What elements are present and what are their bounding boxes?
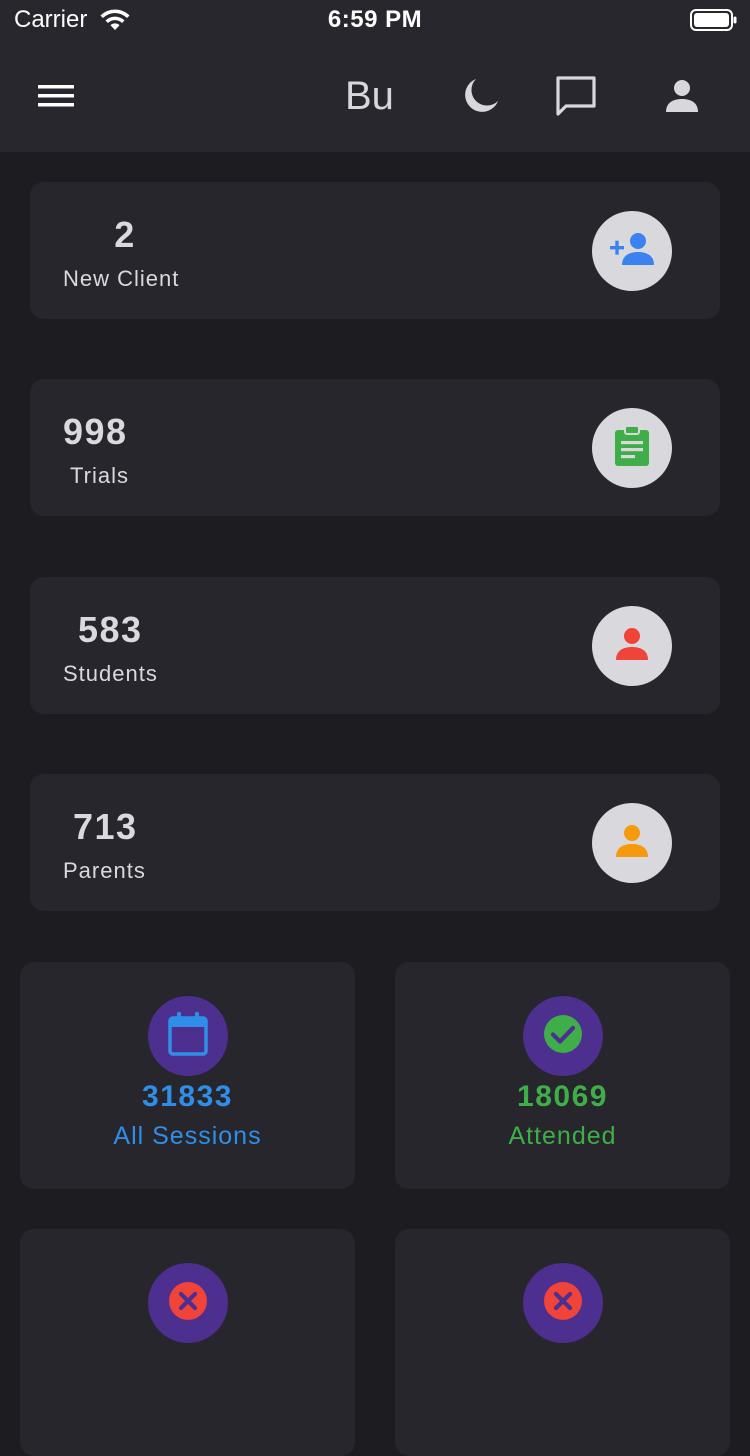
person-add-badge <box>592 211 672 291</box>
session-tile-4[interactable] <box>395 1229 730 1456</box>
student-badge <box>592 606 672 686</box>
cancel-icon <box>167 1280 209 1327</box>
new-client-count: 2 <box>114 214 136 255</box>
clock: 6:59 PM <box>327 6 423 33</box>
person-icon <box>612 821 652 866</box>
person-icon <box>612 624 652 669</box>
page-title: Bu <box>345 74 393 118</box>
status-bar: Carrier 6:59 PM <box>0 0 750 40</box>
session-tile-3[interactable] <box>20 1229 355 1456</box>
parents-count: 713 <box>73 806 138 847</box>
battery-icon <box>690 8 738 37</box>
app-bar: Bu <box>0 40 750 152</box>
clipboard-icon <box>612 424 652 472</box>
clipboard-badge <box>592 408 672 488</box>
moon-icon[interactable] <box>458 74 502 118</box>
calendar-icon <box>166 1011 210 1062</box>
all-sessions-tile[interactable]: 31833 All Sessions <box>20 962 355 1189</box>
chat-icon[interactable] <box>554 74 598 118</box>
person-add-icon <box>608 229 656 274</box>
all-sessions-label: All Sessions <box>113 1122 262 1150</box>
parents-card[interactable]: 713 Parents <box>30 774 720 911</box>
parent-badge <box>592 803 672 883</box>
parents-label: Parents <box>63 858 146 883</box>
students-count: 583 <box>78 609 143 650</box>
attended-tile[interactable]: 18069 Attended <box>395 962 730 1189</box>
trials-label: Trials <box>70 463 129 488</box>
cancel-badge <box>523 1263 603 1343</box>
new-client-label: New Client <box>63 266 180 291</box>
all-sessions-count: 31833 <box>142 1080 233 1113</box>
trials-count: 998 <box>63 411 128 452</box>
check-circle-icon <box>542 1013 584 1060</box>
person-icon[interactable] <box>660 74 704 118</box>
cancel-icon <box>542 1280 584 1327</box>
new-client-card[interactable]: 2 New Client <box>30 182 720 319</box>
calendar-badge <box>148 996 228 1076</box>
attended-count: 18069 <box>517 1080 608 1113</box>
students-card[interactable]: 583 Students <box>30 577 720 714</box>
check-badge <box>523 996 603 1076</box>
cancel-badge <box>148 1263 228 1343</box>
attended-label: Attended <box>508 1122 617 1150</box>
students-label: Students <box>63 661 158 686</box>
menu-icon[interactable] <box>34 78 78 114</box>
trials-card[interactable]: 998 Trials <box>30 379 720 516</box>
